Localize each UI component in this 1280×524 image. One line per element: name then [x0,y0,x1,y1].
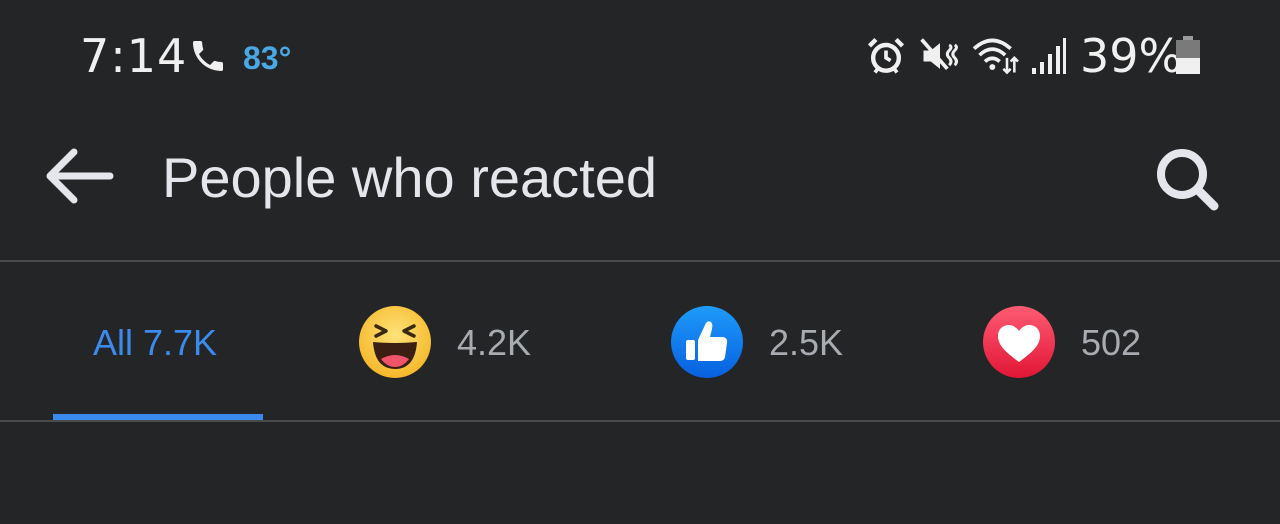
call-icon [193,41,223,71]
tab-love[interactable]: 502 [974,262,1194,420]
tab-like[interactable]: 2.5K [662,262,882,420]
page-title: People who reacted [162,146,658,209]
header-bar: People who reacted [0,112,1280,260]
status-bar: 7:14 83° 39% [0,0,1280,112]
search-icon [1157,149,1219,211]
tab-love-count: 502 [1081,322,1142,363]
tab-haha-count: 4.2K [457,322,532,363]
arrow-left-icon [46,148,114,204]
tab-all[interactable]: All 7.7K [52,262,264,420]
like-thumb-icon [671,306,743,378]
search-button[interactable] [1148,142,1228,218]
love-heart-icon [983,306,1055,378]
reaction-tabs: All 7.7K 4.2K 2.5K 502 [0,262,1280,420]
tabs-divider [0,420,1280,422]
screen: 7:14 83° 39% People who reacted All 7.7K… [0,0,1280,524]
tab-haha[interactable]: 4.2K [350,262,570,420]
signal-icon [1032,38,1066,74]
haha-emoji-icon [359,306,431,378]
mute-vibrate-icon [920,38,958,71]
tab-like-count: 2.5K [769,322,844,363]
back-button[interactable] [40,140,120,212]
battery-percent: 39% [1080,29,1183,83]
alarm-icon [867,37,905,74]
battery-icon [1176,36,1200,74]
weather-temperature: 83° [243,40,292,76]
wifi-icon [972,38,1019,75]
status-time: 7:14 [80,29,188,83]
tab-all-label: All 7.7K [93,322,218,363]
